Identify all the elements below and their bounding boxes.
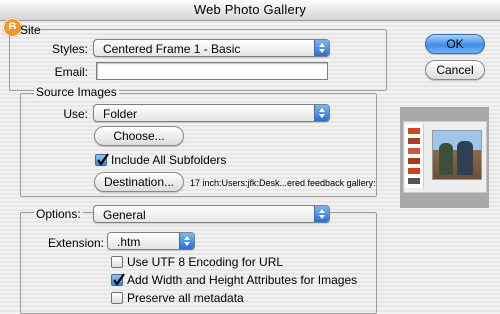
options-label: Options: xyxy=(34,207,83,221)
popup-arrows-icon xyxy=(179,233,194,249)
preview-thumb xyxy=(408,148,420,154)
extension-label: Extension: xyxy=(47,236,104,250)
preview-thumb xyxy=(408,158,420,164)
site-group-title: Site xyxy=(20,23,41,37)
preview-thumbnail-strip xyxy=(405,124,424,188)
checkmark-icon xyxy=(113,273,125,286)
include-subfolders-checkbox[interactable] xyxy=(95,153,109,166)
choose-button[interactable]: Choose... xyxy=(94,126,184,146)
options-value: General xyxy=(103,208,146,222)
checkmark-icon xyxy=(97,153,109,166)
destination-path: 17 inch:Users:jfk:Desk...ered feedback g… xyxy=(190,178,376,188)
preview-page xyxy=(403,121,487,193)
use-value: Folder xyxy=(103,107,138,121)
include-subfolders-label: Include All Subfolders xyxy=(111,153,227,167)
preview-person xyxy=(457,141,473,175)
width-height-label: Add Width and Height Attributes for Imag… xyxy=(127,273,358,287)
preview-thumb xyxy=(408,128,420,134)
cancel-button[interactable]: Cancel xyxy=(425,60,485,80)
window-title: Web Photo Gallery xyxy=(0,0,500,21)
destination-button[interactable]: Destination... xyxy=(94,172,184,192)
ok-button[interactable]: OK xyxy=(425,34,485,54)
popup-arrows-icon xyxy=(314,40,329,56)
styles-popup[interactable]: Centered Frame 1 - Basic xyxy=(93,39,330,57)
extension-popup[interactable]: .htm xyxy=(107,232,195,250)
utf8-label: Use UTF 8 Encoding for URL xyxy=(127,255,284,269)
gallery-preview xyxy=(400,107,489,208)
styles-label: Styles: xyxy=(51,42,88,56)
extension-value: .htm xyxy=(117,235,141,249)
preserve-metadata-checkbox[interactable] xyxy=(111,292,123,304)
preview-thumb xyxy=(408,138,420,144)
popup-arrows-icon xyxy=(314,206,329,222)
preview-thumb xyxy=(408,178,420,184)
use-label: Use: xyxy=(63,107,88,121)
popup-arrows-icon xyxy=(314,105,329,121)
email-label: Email: xyxy=(54,65,88,79)
preview-thumb xyxy=(408,168,420,174)
utf8-checkbox[interactable] xyxy=(111,256,123,268)
preview-person xyxy=(439,143,453,175)
width-height-checkbox[interactable] xyxy=(111,273,125,286)
preview-main-photo xyxy=(432,130,482,180)
styles-value: Centered Frame 1 - Basic xyxy=(103,42,241,56)
options-popup[interactable]: General xyxy=(93,205,330,223)
email-field[interactable] xyxy=(96,62,328,80)
use-popup[interactable]: Folder xyxy=(93,104,330,122)
source-images-title: Source Images xyxy=(34,85,119,99)
preserve-metadata-label: Preserve all metadata xyxy=(127,291,244,305)
